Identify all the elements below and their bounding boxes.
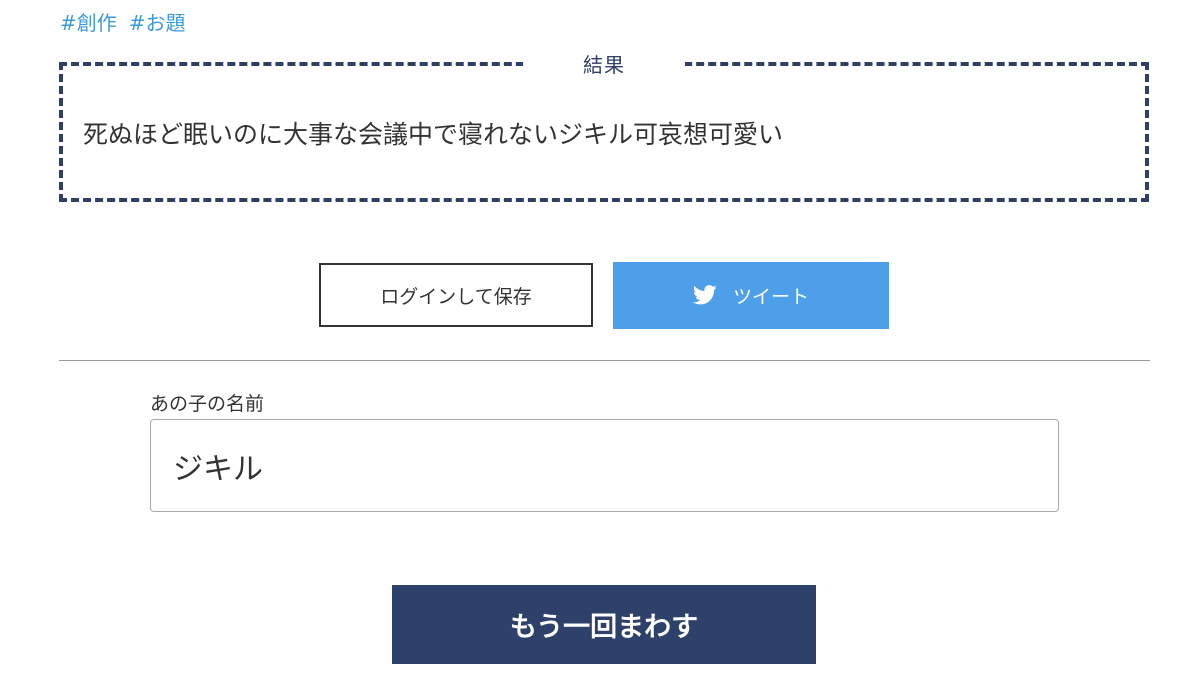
hashtag-creative[interactable]: #創作 [60, 7, 117, 36]
twitter-bird-icon [692, 284, 719, 307]
login-save-label: ログインして保存 [380, 285, 532, 308]
tweet-button[interactable]: ツイート [613, 262, 889, 329]
result-box: 結果 死ぬほど眠いのに大事な会議中で寝れないジキル可哀想可愛い [59, 50, 1149, 202]
result-text: 死ぬほど眠いのに大事な会議中で寝れないジキル可哀想可愛い [83, 120, 784, 149]
result-label: 結果 [523, 50, 685, 80]
tweet-label: ツイート [732, 286, 809, 308]
name-field-label: あの子の名前 [150, 393, 265, 415]
spin-again-button[interactable]: もう一回まわす [392, 585, 816, 664]
name-input[interactable] [150, 419, 1059, 512]
section-divider [59, 360, 1150, 361]
hashtag-theme[interactable]: #お題 [129, 7, 186, 36]
login-save-button[interactable]: ログインして保存 [319, 263, 593, 327]
spin-again-label: もう一回まわす [509, 612, 699, 643]
hashtag-list: #創作 #お題 [60, 6, 186, 36]
